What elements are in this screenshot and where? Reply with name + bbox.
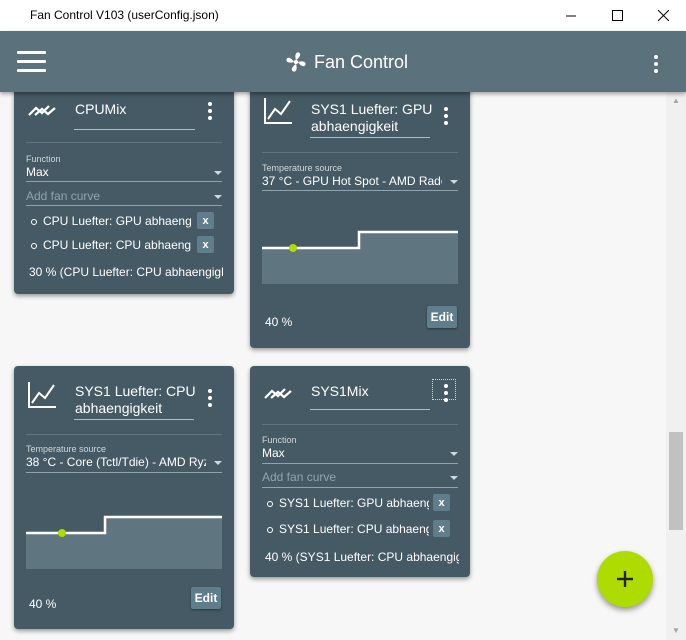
remove-curve-button[interactable]: x bbox=[197, 212, 214, 229]
chevron-down-icon[interactable] bbox=[450, 476, 458, 480]
temp-source-select[interactable]: 37 °C - GPU Hot Spot - AMD Radeo bbox=[262, 174, 442, 188]
close-icon bbox=[657, 10, 669, 21]
fan-curve-item: CPU Luefter: GPU abhaeng bbox=[43, 214, 192, 228]
add-fan-curve-select[interactable]: Add fan curve bbox=[26, 189, 100, 203]
list-bullet bbox=[31, 243, 37, 249]
temp-source-select[interactable]: 38 °C - Core (Tctl/Tdie) - AMD Ryz bbox=[26, 455, 206, 469]
scroll-thumb[interactable] bbox=[669, 432, 683, 530]
chevron-down-icon[interactable] bbox=[214, 461, 222, 465]
graph-icon bbox=[28, 382, 56, 408]
select-underline bbox=[26, 181, 222, 182]
fan-curve-item: SYS1 Luefter: CPU abhaeng bbox=[279, 522, 429, 536]
list-bullet bbox=[31, 219, 37, 225]
maximize-button[interactable] bbox=[594, 0, 640, 31]
add-card-button[interactable] bbox=[597, 551, 653, 607]
window-title: Fan Control V103 (userConfig.json) bbox=[30, 8, 219, 22]
card-value: 30 % (CPU Luefter: CPU abhaengigke bbox=[29, 265, 223, 279]
scroll-up-icon[interactable]: ▲ bbox=[666, 96, 686, 105]
function-select[interactable]: Max bbox=[26, 165, 206, 179]
minimize-icon bbox=[565, 15, 576, 17]
app-title-group: Fan Control bbox=[284, 50, 408, 74]
current-point bbox=[58, 529, 66, 537]
card-more-icon[interactable] bbox=[443, 382, 449, 403]
function-label: Function bbox=[262, 435, 297, 445]
temp-source-label: Temperature source bbox=[26, 444, 107, 454]
select-underline bbox=[262, 487, 458, 488]
temp-source-label: Temperature source bbox=[262, 163, 343, 173]
title-underline bbox=[310, 137, 430, 138]
card-sys1-gpu: SYS1 Luefter: GPU abhaengigkeit Temperat… bbox=[250, 92, 470, 348]
curve-fill bbox=[26, 517, 222, 569]
card-more-icon[interactable] bbox=[443, 105, 449, 126]
fan-curve-item: CPU Luefter: CPU abhaeng bbox=[43, 238, 192, 252]
close-button[interactable] bbox=[640, 0, 686, 31]
function-label: Function bbox=[26, 154, 61, 164]
chevron-down-icon[interactable] bbox=[450, 452, 458, 456]
vertical-scrollbar[interactable]: ▲ ▼ bbox=[666, 92, 686, 640]
card-sys1mix: SYS1Mix Function Max Add fan curve SYS1 … bbox=[250, 366, 470, 577]
select-underline bbox=[262, 190, 458, 191]
card-title[interactable]: CPUMix bbox=[75, 101, 126, 118]
hamburger-icon[interactable] bbox=[17, 51, 46, 73]
edit-button[interactable]: Edit bbox=[427, 306, 457, 328]
card-title-line1[interactable]: SYS1 Luefter: GPU bbox=[311, 101, 432, 118]
card-title[interactable]: SYS1Mix bbox=[311, 383, 369, 400]
cards-area: CPUMix Function Max Add fan curve CPU Lu… bbox=[0, 92, 666, 640]
card-title-line1[interactable]: SYS1 Luefter: CPU bbox=[75, 383, 196, 400]
list-bullet bbox=[267, 501, 273, 507]
list-bullet bbox=[267, 527, 273, 533]
curve-graph bbox=[262, 230, 458, 284]
mix-icon bbox=[28, 105, 56, 116]
function-select[interactable]: Max bbox=[262, 446, 442, 460]
divider bbox=[262, 424, 458, 425]
card-cpumix: CPUMix Function Max Add fan curve CPU Lu… bbox=[14, 92, 234, 294]
card-value: 40 % bbox=[29, 597, 57, 611]
select-underline bbox=[26, 205, 222, 206]
chevron-down-icon[interactable] bbox=[450, 180, 458, 184]
card-value: 40 % bbox=[265, 315, 293, 329]
card-sys1-cpu: SYS1 Luefter: CPU abhaengigkeit Temperat… bbox=[14, 366, 234, 629]
more-vert-icon[interactable] bbox=[653, 53, 659, 74]
card-title-line2[interactable]: abhaengigkeit bbox=[311, 118, 398, 135]
edit-button[interactable]: Edit bbox=[191, 587, 221, 609]
graph-icon bbox=[264, 98, 292, 124]
card-title-line2[interactable]: abhaengigkeit bbox=[75, 400, 162, 417]
current-point bbox=[289, 244, 297, 252]
divider bbox=[26, 434, 222, 435]
divider bbox=[262, 152, 458, 153]
title-underline bbox=[74, 129, 195, 130]
title-underline bbox=[74, 419, 194, 420]
minimize-button[interactable] bbox=[548, 0, 594, 31]
select-underline bbox=[262, 463, 458, 464]
plus-icon bbox=[617, 571, 633, 587]
app-title: Fan Control bbox=[314, 51, 409, 72]
fan-icon bbox=[286, 52, 306, 72]
remove-curve-button[interactable]: x bbox=[433, 520, 450, 537]
divider bbox=[26, 142, 222, 143]
select-underline bbox=[26, 472, 222, 473]
app-bar: Fan Control bbox=[0, 31, 686, 92]
curve-graph bbox=[26, 515, 222, 569]
mix-icon bbox=[264, 388, 292, 399]
chevron-down-icon[interactable] bbox=[214, 195, 222, 199]
maximize-icon bbox=[611, 10, 623, 21]
card-value: 40 % (SYS1 Luefter: CPU abhaengigk bbox=[265, 550, 459, 564]
scroll-down-icon[interactable]: ▼ bbox=[666, 626, 686, 635]
card-more-icon[interactable] bbox=[207, 100, 213, 121]
card-more-icon[interactable] bbox=[207, 387, 213, 408]
add-fan-curve-select[interactable]: Add fan curve bbox=[262, 470, 336, 484]
fan-curve-item: SYS1 Luefter: GPU abhaeng bbox=[279, 496, 429, 510]
title-underline bbox=[310, 409, 430, 410]
chevron-down-icon[interactable] bbox=[214, 171, 222, 175]
remove-curve-button[interactable]: x bbox=[197, 236, 214, 253]
remove-curve-button[interactable]: x bbox=[433, 494, 450, 511]
window-titlebar: Fan Control V103 (userConfig.json) bbox=[0, 0, 686, 31]
